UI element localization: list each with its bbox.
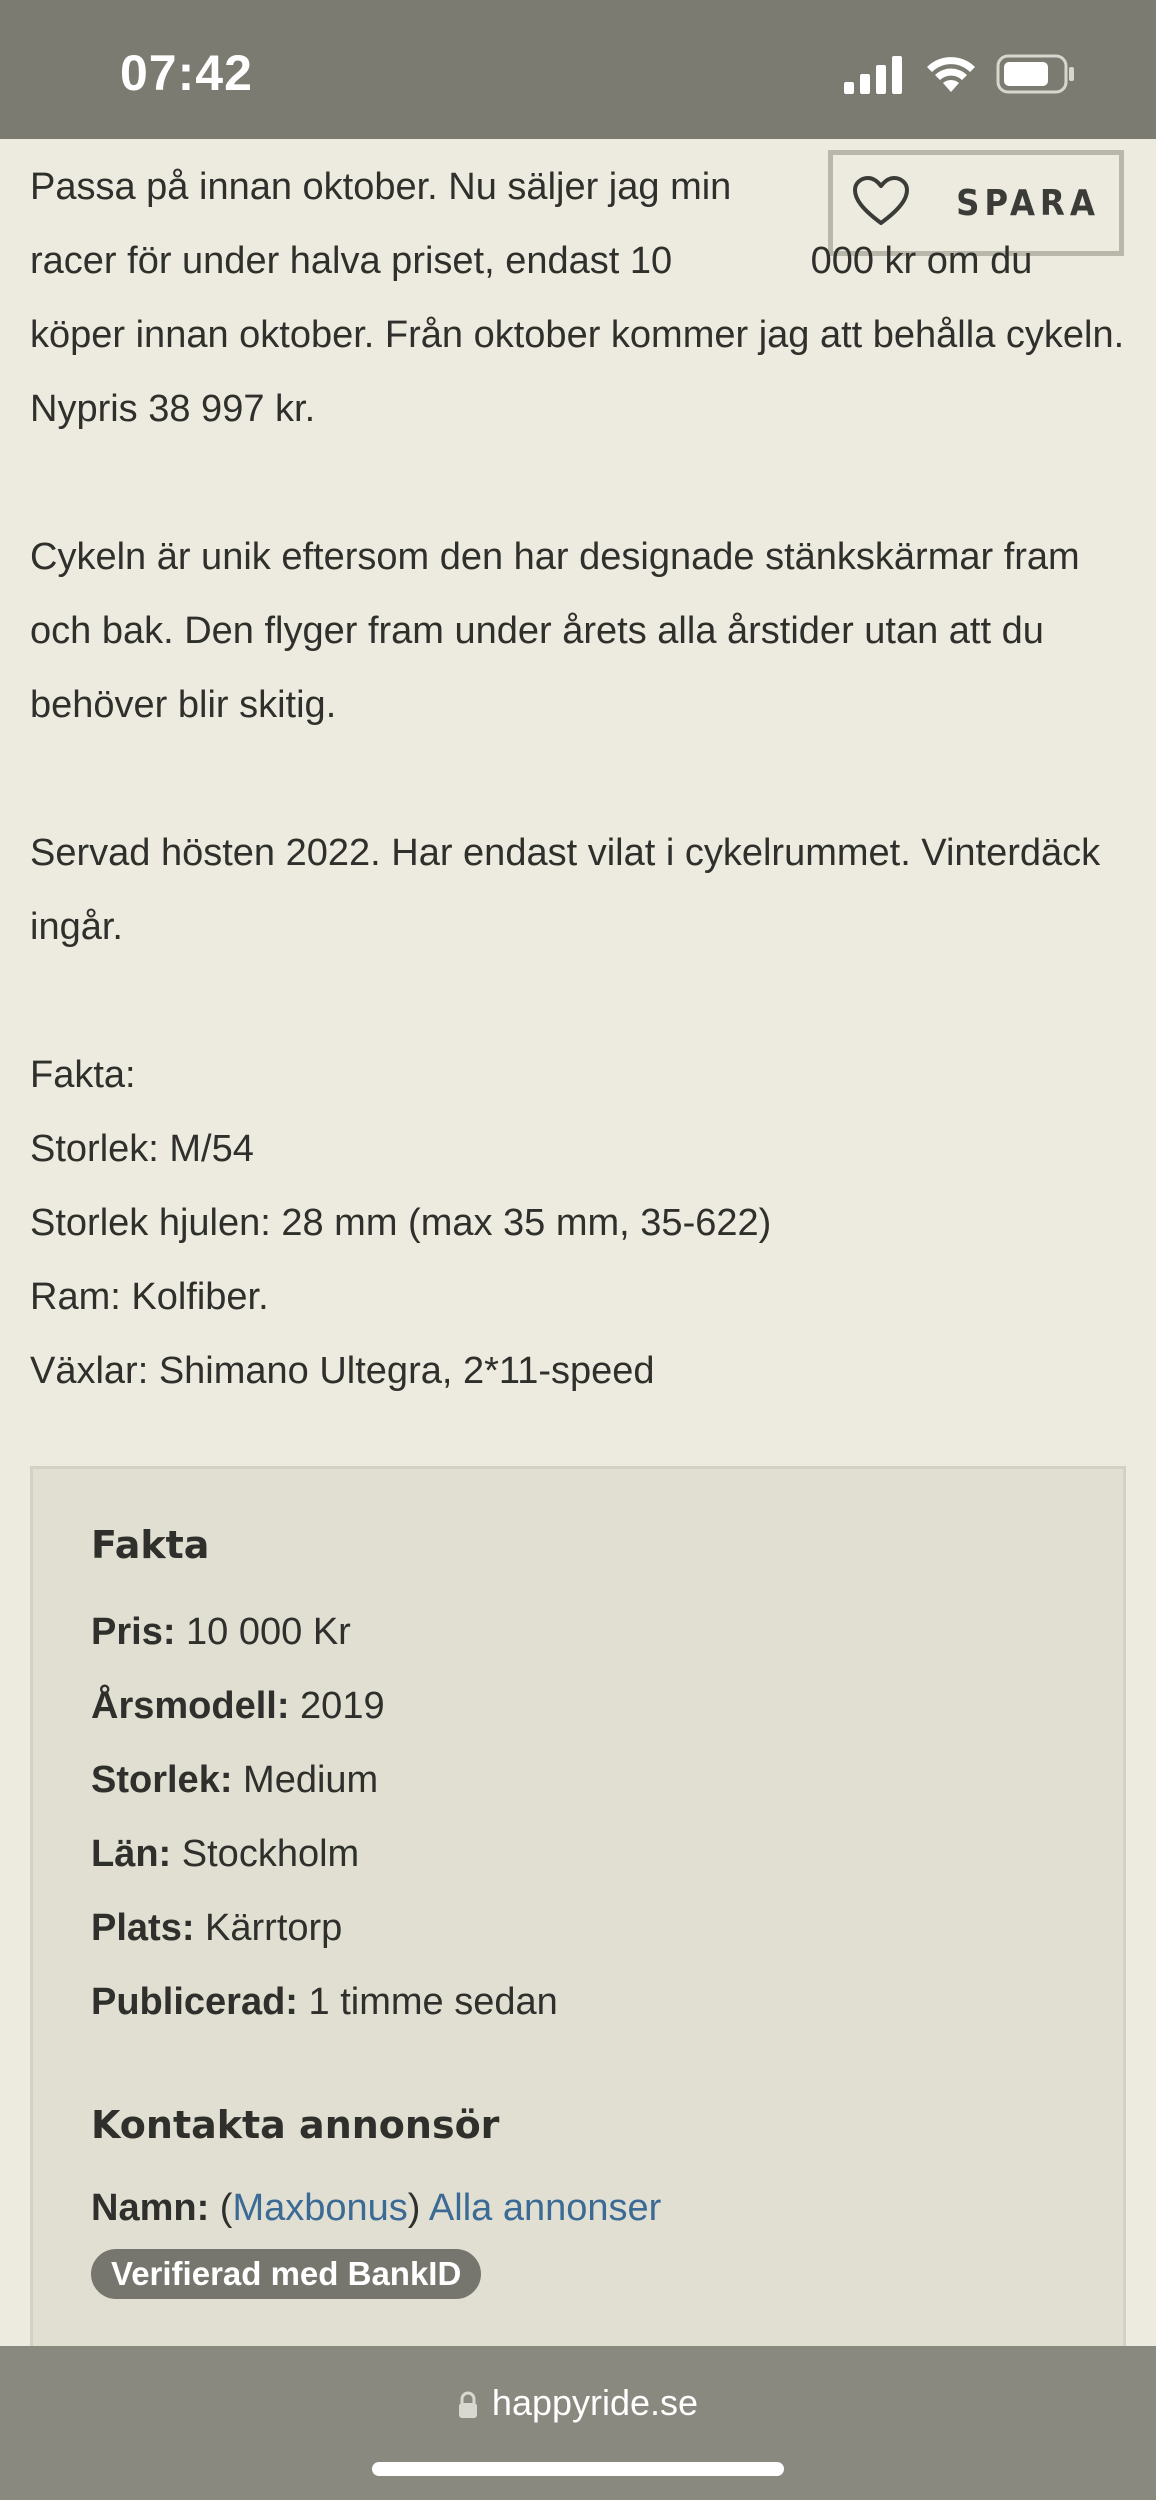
seller-name-link[interactable]: Maxbonus (232, 2187, 407, 2229)
fact-value: 10 000 Kr (186, 1611, 351, 1653)
description-fact-line: Ram: Kolfiber. (30, 1276, 269, 1318)
lock-icon (458, 2386, 478, 2428)
description-facts-heading: Fakta: (30, 1054, 136, 1096)
description-paragraph: Cykeln är unik eftersom den har designad… (30, 536, 1080, 726)
description-fact-line: Växlar: Shimano Ultegra, 2*11-speed (30, 1350, 655, 1392)
fact-value: 1 timme sedan (308, 1981, 558, 2023)
fact-label: Årsmodell: (91, 1685, 290, 1727)
fact-value: 2019 (300, 1685, 385, 1727)
fact-value: Stockholm (181, 1833, 360, 1875)
url-domain: happyride.se (491, 2382, 699, 2423)
contact-title: Kontakta annonsör (91, 2103, 500, 2147)
description-fact-line: Storlek: M/54 (30, 1128, 254, 1170)
url-display[interactable]: happyride.se (0, 2382, 1156, 2428)
status-bar: 07:42 (0, 0, 1156, 139)
verified-bankid-badge: Verifierad med BankID (91, 2249, 482, 2299)
wifi-icon (924, 54, 978, 99)
description-fact-line: Storlek hjulen: 28 mm (max 35 mm, 35-622… (30, 1202, 772, 1244)
fact-label: Pris: (91, 1611, 176, 1653)
home-indicator[interactable] (372, 2462, 784, 2476)
facts-title: Fakta (91, 1523, 210, 1567)
status-time: 07:42 (120, 45, 253, 101)
battery-icon (996, 54, 1076, 99)
paren-close: ) (407, 2187, 421, 2229)
fact-row-location: Plats: Kärrtorp (91, 1891, 1123, 1965)
fact-row-published: Publicerad: 1 timme sedan (91, 1965, 1123, 2039)
paren-open: ( (219, 2187, 233, 2229)
description-lead-text: Passa på innan oktober. Nu säljer jag mi… (30, 166, 732, 282)
description-paragraph: Passa på innan oktober. Nu säljer jag mi… (30, 150, 1126, 446)
fact-row-price: Pris: 10 000 Kr (91, 1595, 1123, 1669)
fact-value: Medium (243, 1759, 379, 1801)
fact-row-size: Storlek: Medium (91, 1743, 1123, 1817)
fact-row-county: Län: Stockholm (91, 1817, 1123, 1891)
browser-url-bar[interactable]: happyride.se (0, 2346, 1156, 2500)
all-ads-link[interactable]: Alla annonser (429, 2187, 661, 2229)
fact-value: Kärrtorp (205, 1907, 343, 1949)
fact-label: Län: (91, 1833, 172, 1875)
ad-description: Passa på innan oktober. Nu säljer jag mi… (30, 150, 1126, 1408)
cellular-signal-icon (844, 56, 904, 99)
fact-label: Storlek: (91, 1759, 233, 1801)
facts-box: Fakta Pris: 10 000 Kr Årsmodell: 2019 St… (30, 1466, 1126, 2366)
fact-row-year: Årsmodell: 2019 (91, 1669, 1123, 1743)
contact-name-label: Namn: (91, 2187, 210, 2229)
fact-label: Publicerad: (91, 1981, 298, 2023)
fact-label: Plats: (91, 1907, 195, 1949)
contact-name-row: Namn: (Maxbonus) Alla annonser (91, 2171, 1123, 2245)
description-paragraph: Servad hösten 2022. Har endast vilat i c… (30, 832, 1101, 948)
